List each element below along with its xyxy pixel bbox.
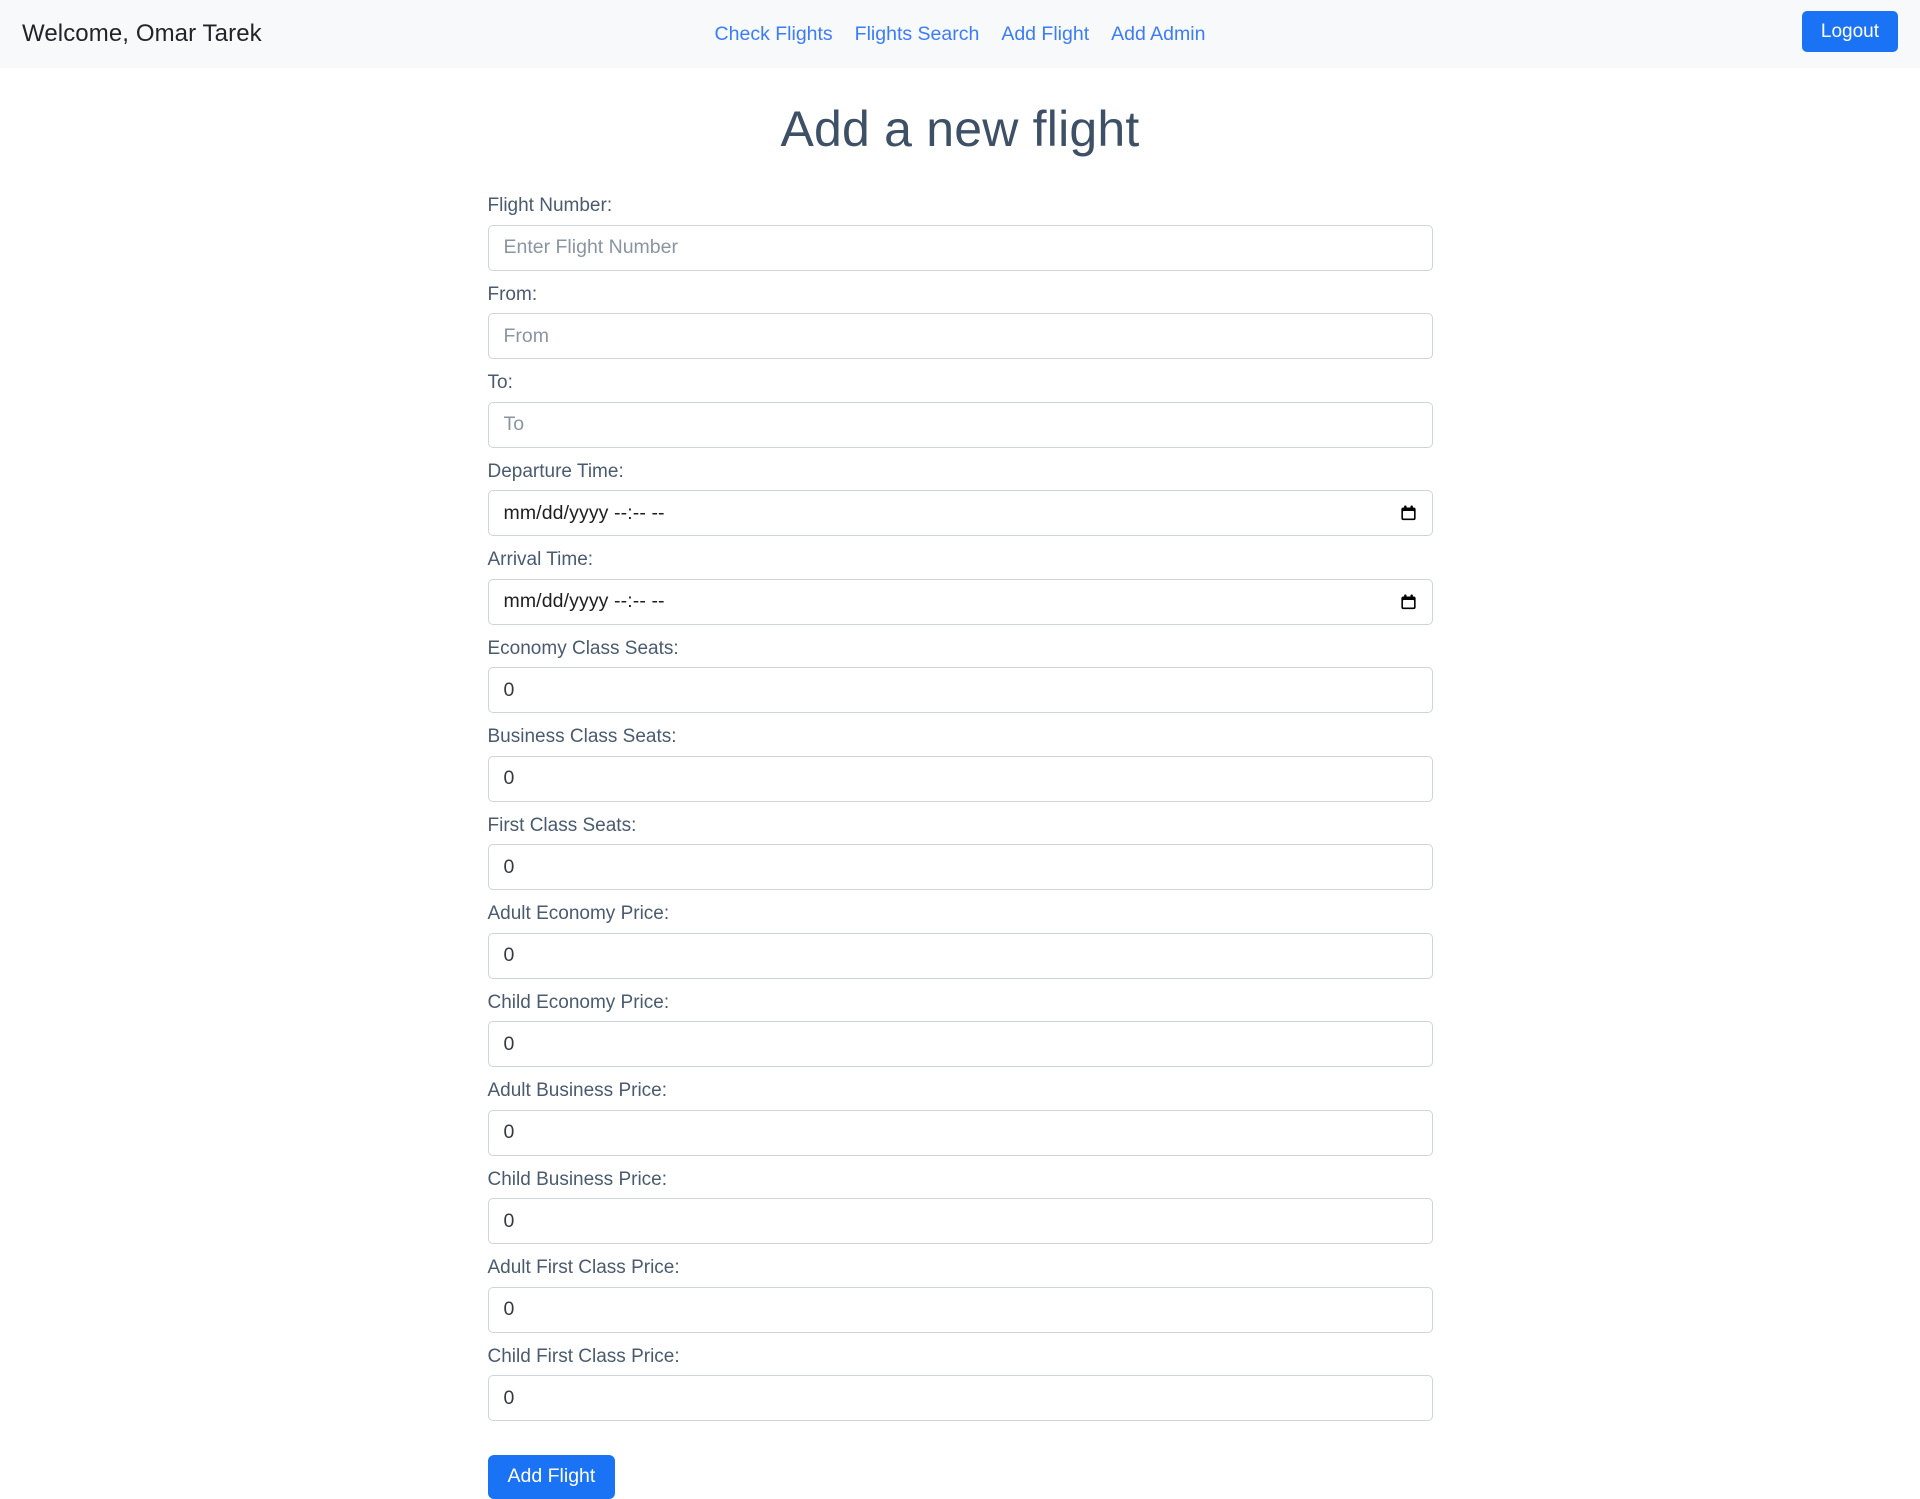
label-departure-time: Departure Time: <box>487 460 624 482</box>
logout-button[interactable]: Logout <box>1801 11 1898 52</box>
calendar-icon[interactable] <box>1399 504 1418 523</box>
input-first-class-seats[interactable] <box>487 844 1433 890</box>
field-arrival-time: Arrival Time: mm/dd/yyyy --:-- -- <box>487 546 1433 625</box>
input-arrival-time[interactable]: mm/dd/yyyy --:-- -- <box>487 578 1433 625</box>
page-title: Add a new flight <box>780 101 1140 157</box>
input-adult-first-class-price[interactable] <box>487 1286 1433 1333</box>
nav-link-check-flights[interactable]: Check Flights <box>715 23 833 46</box>
input-child-first-class-price[interactable] <box>487 1375 1433 1421</box>
label-flight-number: Flight Number: <box>487 195 613 216</box>
nav-link-flights-search[interactable]: Flights Search <box>855 23 980 46</box>
field-child-business-price: Child Business Price: <box>487 1166 1433 1244</box>
label-adult-first-class-price: Adult First Class Price: <box>487 1257 680 1278</box>
input-flight-number[interactable] <box>487 224 1433 271</box>
top-navbar: Welcome, Omar Tarek Check Flights Flight… <box>0 0 1920 68</box>
input-business-class-seats[interactable] <box>487 755 1433 802</box>
label-adult-business-price: Adult Business Price: <box>487 1080 668 1101</box>
datetime-value-arrival-time: mm/dd/yyyy --:-- -- <box>503 590 665 612</box>
label-adult-economy-price: Adult Economy Price: <box>487 903 670 924</box>
label-economy-class-seats: Economy Class Seats: <box>487 637 679 659</box>
field-from: From: <box>487 281 1433 359</box>
field-child-first-class-price: Child First Class Price: <box>487 1343 1433 1421</box>
field-adult-economy-price: Adult Economy Price: <box>487 900 1433 979</box>
field-business-class-seats: Business Class Seats: <box>487 723 1433 802</box>
input-from[interactable] <box>487 313 1433 359</box>
input-departure-time[interactable]: mm/dd/yyyy --:-- -- <box>487 490 1433 536</box>
main-navigation: Check Flights Flights Search Add Flight … <box>0 0 1920 68</box>
field-adult-first-class-price: Adult First Class Price: <box>487 1254 1433 1333</box>
label-business-class-seats: Business Class Seats: <box>487 726 677 747</box>
field-child-economy-price: Child Economy Price: <box>487 989 1433 1067</box>
datetime-value-departure-time: mm/dd/yyyy --:-- -- <box>503 501 665 524</box>
input-child-business-price[interactable] <box>487 1198 1433 1244</box>
form-actions: Add Flight <box>487 1431 1433 1499</box>
label-child-business-price: Child Business Price: <box>487 1168 668 1190</box>
input-to[interactable] <box>487 401 1433 448</box>
input-economy-class-seats[interactable] <box>487 667 1433 713</box>
label-first-class-seats: First Class Seats: <box>487 814 637 836</box>
label-to: To: <box>487 372 513 393</box>
add-flight-submit-button[interactable]: Add Flight <box>487 1455 616 1499</box>
nav-link-add-admin[interactable]: Add Admin <box>1111 23 1205 46</box>
field-flight-number: Flight Number: <box>487 192 1433 271</box>
input-child-economy-price[interactable] <box>487 1021 1433 1067</box>
field-economy-class-seats: Economy Class Seats: <box>487 635 1433 713</box>
label-from: From: <box>487 283 538 305</box>
nav-link-add-flight[interactable]: Add Flight <box>1001 23 1089 46</box>
field-to: To: <box>487 369 1433 448</box>
label-child-first-class-price: Child First Class Price: <box>487 1345 680 1367</box>
label-arrival-time: Arrival Time: <box>487 549 594 570</box>
input-adult-economy-price[interactable] <box>487 932 1433 979</box>
input-adult-business-price[interactable] <box>487 1109 1433 1156</box>
calendar-icon[interactable] <box>1399 592 1418 611</box>
field-departure-time: Departure Time: mm/dd/yyyy --:-- -- <box>487 458 1433 536</box>
field-adult-business-price: Adult Business Price: <box>487 1077 1433 1156</box>
label-child-economy-price: Child Economy Price: <box>487 991 670 1013</box>
add-flight-form: Flight Number: From: To: Departure Time: mm/… <box>487 158 1433 1499</box>
field-first-class-seats: First Class Seats: <box>487 812 1433 890</box>
welcome-message: Welcome, Omar Tarek <box>22 20 262 47</box>
